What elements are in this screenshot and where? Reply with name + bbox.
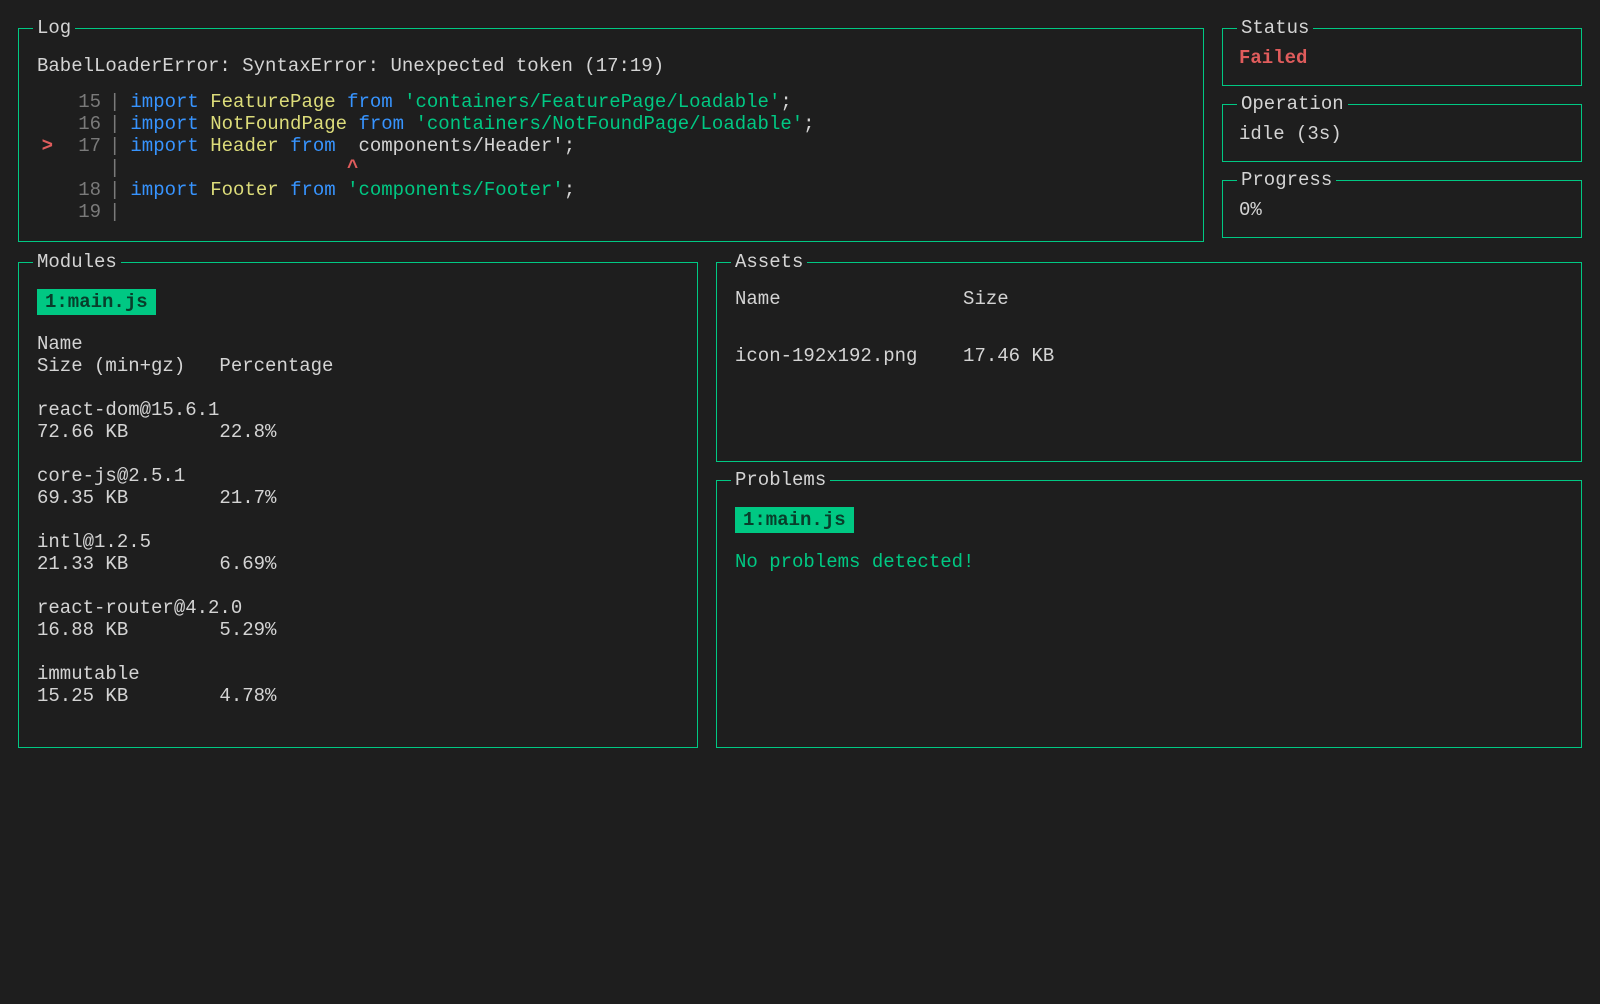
modules-tab[interactable]: 1:main.js xyxy=(37,289,156,315)
gutter-bar: | xyxy=(109,201,130,223)
error-caret: ^ xyxy=(130,157,358,179)
module-item: react-dom@15.6.1 72.66 KB 22.8% xyxy=(37,399,679,443)
code-keyword: import xyxy=(130,179,210,201)
gutter-bar: | xyxy=(109,179,130,201)
code-identifier: Footer xyxy=(210,179,290,201)
code-plain: components/Header'; xyxy=(347,135,575,157)
code-keyword: import xyxy=(130,135,210,157)
progress-title: Progress xyxy=(1237,169,1336,191)
modules-header: Name Size (min+gz) Percentage xyxy=(37,333,679,377)
modules-panel: Modules 1:main.js Name Size (min+gz) Per… xyxy=(18,262,698,748)
gutter-mark xyxy=(37,179,55,201)
assets-body: Name Size icon-192x192.png 17.46 KB xyxy=(735,285,1563,371)
gutter-mark xyxy=(37,113,55,135)
code-block: 15|import FeaturePage from 'containers/F… xyxy=(37,91,1185,223)
module-item: react-router@4.2.0 16.88 KB 5.29% xyxy=(37,597,679,641)
module-item: immutable 15.25 KB 4.78% xyxy=(37,663,679,707)
code-line: >17|import Header from components/Header… xyxy=(37,135,1185,157)
progress-value: 0% xyxy=(1239,199,1565,221)
log-panel: Log BabelLoaderError: SyntaxError: Unexp… xyxy=(18,28,1204,242)
gutter-bar: | xyxy=(109,91,130,113)
gutter-bar: | xyxy=(109,157,130,179)
code-keyword: import xyxy=(130,91,210,113)
problems-panel: Problems 1:main.js No problems detected! xyxy=(716,480,1582,748)
code-tail: ; xyxy=(803,113,814,135)
code-string: 'components/Footer' xyxy=(347,179,564,201)
module-item: intl@1.2.5 21.33 KB 6.69% xyxy=(37,531,679,575)
code-from: from xyxy=(358,113,415,135)
line-number: 16 xyxy=(55,113,109,135)
code-tail: ; xyxy=(780,91,791,113)
gutter-mark xyxy=(37,157,55,179)
code-line: 18|import Footer from 'components/Footer… xyxy=(37,179,1185,201)
code-keyword: import xyxy=(130,113,210,135)
modules-list: react-dom@15.6.1 72.66 KB 22.8% core-js@2… xyxy=(37,399,679,707)
code-identifier: Header xyxy=(210,135,290,157)
gutter-bar: | xyxy=(109,135,130,157)
code-line: | ^ xyxy=(37,157,1185,179)
assets-title: Assets xyxy=(731,251,807,273)
module-item: core-js@2.5.1 69.35 KB 21.7% xyxy=(37,465,679,509)
code-line: 15|import FeaturePage from 'containers/F… xyxy=(37,91,1185,113)
progress-panel: Progress 0% xyxy=(1222,180,1582,238)
log-title: Log xyxy=(33,17,75,39)
problems-message: No problems detected! xyxy=(735,551,1563,573)
operation-panel: Operation idle (3s) xyxy=(1222,104,1582,162)
code-string: 'containers/FeaturePage/Loadable' xyxy=(404,91,780,113)
problems-title: Problems xyxy=(731,469,830,491)
log-error-message: BabelLoaderError: SyntaxError: Unexpecte… xyxy=(37,55,1185,77)
gutter-mark xyxy=(37,91,55,113)
gutter-mark: > xyxy=(37,135,55,157)
status-title: Status xyxy=(1237,17,1313,39)
assets-panel: Assets Name Size icon-192x192.png 17.46 … xyxy=(716,262,1582,462)
operation-title: Operation xyxy=(1237,93,1348,115)
gutter-bar: | xyxy=(109,113,130,135)
code-line: 19| xyxy=(37,201,1185,223)
status-value: Failed xyxy=(1239,47,1565,69)
operation-value: idle (3s) xyxy=(1239,123,1565,145)
code-string: 'containers/NotFoundPage/Loadable' xyxy=(415,113,803,135)
modules-title: Modules xyxy=(33,251,121,273)
code-identifier: NotFoundPage xyxy=(210,113,358,135)
code-from: from xyxy=(290,135,347,157)
code-from: from xyxy=(290,179,347,201)
code-tail: ; xyxy=(564,179,575,201)
code-identifier: FeaturePage xyxy=(210,91,347,113)
line-number xyxy=(55,157,109,179)
line-number: 15 xyxy=(55,91,109,113)
gutter-mark xyxy=(37,201,55,223)
line-number: 17 xyxy=(55,135,109,157)
status-panel: Status Failed xyxy=(1222,28,1582,86)
problems-tab[interactable]: 1:main.js xyxy=(735,507,854,533)
line-number: 19 xyxy=(55,201,109,223)
code-from: from xyxy=(347,91,404,113)
code-line: 16|import NotFoundPage from 'containers/… xyxy=(37,113,1185,135)
line-number: 18 xyxy=(55,179,109,201)
